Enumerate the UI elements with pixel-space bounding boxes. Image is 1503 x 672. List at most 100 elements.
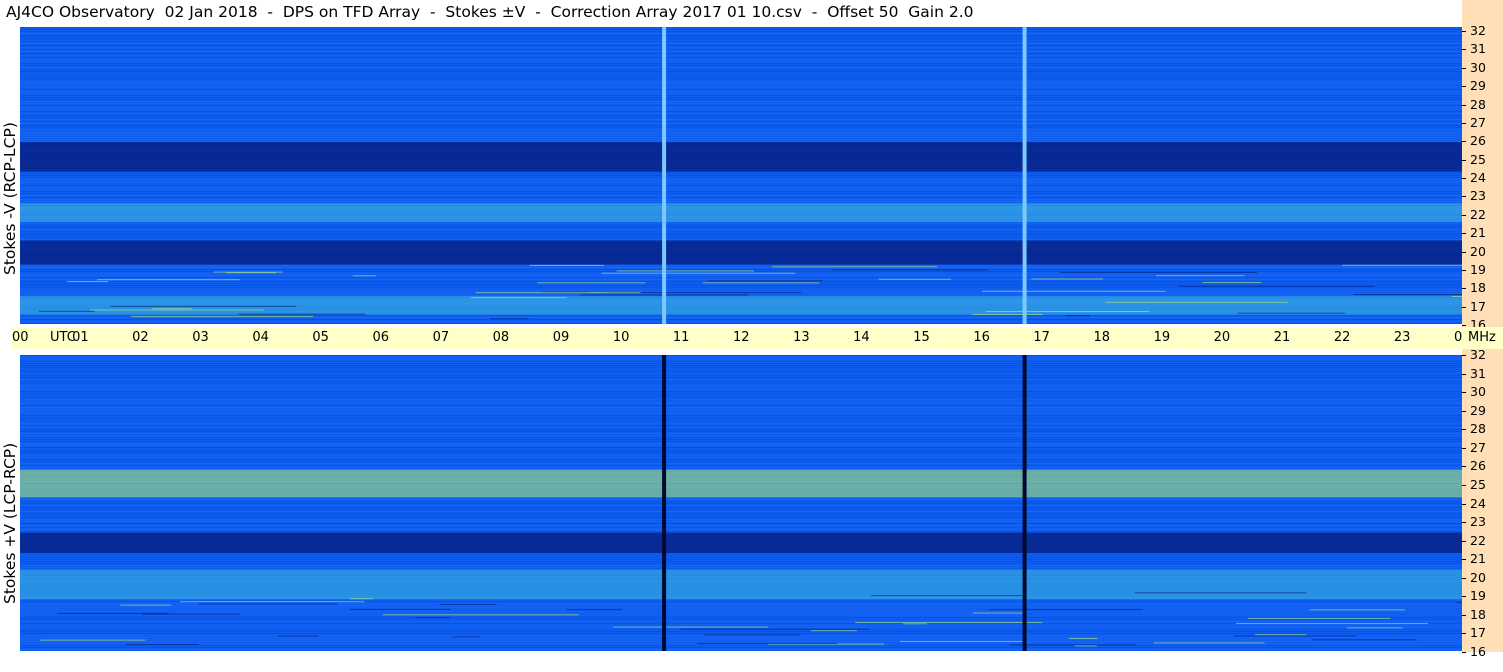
texture-row [20, 239, 1462, 240]
speckle-line [475, 292, 641, 294]
time-tick-label: 19 [1153, 330, 1171, 345]
texture-row [20, 389, 1462, 390]
texture-row [20, 499, 1462, 500]
texture-row [20, 435, 1462, 436]
texture-row [20, 67, 1462, 68]
texture-row [20, 399, 1462, 400]
texture-row [20, 439, 1462, 440]
time-tick-label: 03 [192, 330, 209, 345]
texture-row [20, 35, 1462, 36]
speckle-line [1178, 285, 1375, 287]
texture-row [20, 633, 1462, 634]
burst-line [1022, 27, 1027, 324]
time-tick-label: 20 [1213, 330, 1231, 345]
frequency-tick-mark [1462, 559, 1466, 561]
speckle-line [1134, 592, 1307, 594]
texture-row [20, 79, 1462, 80]
chart-title: AJ4CO Observatory 02 Jan 2018 - DPS on T… [6, 3, 974, 21]
speckle-line [415, 617, 450, 619]
texture-row [20, 97, 1462, 98]
texture-row [20, 523, 1462, 524]
texture-row [20, 445, 1462, 446]
texture-row [20, 101, 1462, 102]
speckle-line [871, 595, 1025, 597]
speckle-line [704, 634, 801, 636]
time-tick-label: 23 [1393, 330, 1411, 345]
texture-row [20, 433, 1462, 434]
texture-row [20, 53, 1462, 54]
texture-row [20, 55, 1462, 56]
texture-row [20, 77, 1462, 78]
frequency-tick-mark [1462, 122, 1466, 124]
texture-row [20, 365, 1462, 366]
frequency-tick-mark [1462, 373, 1466, 375]
frequency-tick-mark [1462, 652, 1466, 653]
texture-row [20, 375, 1462, 376]
texture-row [20, 417, 1462, 418]
frequency-tick-label: 29 [1470, 78, 1486, 94]
texture-row [20, 113, 1462, 114]
texture-row [20, 137, 1462, 138]
texture-row [20, 363, 1462, 364]
texture-row [20, 193, 1462, 194]
speckle-line [772, 266, 938, 268]
frequency-tick-mark [1462, 269, 1466, 271]
texture-row [20, 187, 1462, 188]
time-tick-label: 09 [552, 330, 570, 345]
frequency-tick-mark [1462, 233, 1466, 235]
frequency-tick-mark [1462, 633, 1466, 635]
texture-row [20, 425, 1462, 426]
texture-row [20, 423, 1462, 424]
texture-row [20, 321, 1462, 322]
speckle-line [352, 275, 376, 277]
texture-row [20, 419, 1462, 420]
speckle-line [349, 598, 373, 600]
frequency-tick-mark [1462, 288, 1466, 290]
frequency-tick-mark [1462, 540, 1466, 542]
frequency-tick-label: 32 [1470, 23, 1486, 38]
time-tick-label: 13 [793, 330, 810, 345]
speckle-line [198, 603, 338, 605]
texture-row [20, 505, 1462, 506]
texture-row [20, 421, 1462, 422]
frequency-tick-label: 23 [1470, 188, 1486, 204]
speckle-line [537, 282, 646, 284]
texture-row [20, 75, 1462, 76]
frequency-unit-label: MHz [1468, 330, 1496, 345]
time-tick-label: 10 [612, 330, 630, 345]
texture-row [20, 91, 1462, 92]
speckle-line [1347, 627, 1403, 629]
texture-row [20, 189, 1462, 190]
frequency-tick-label: 20 [1470, 569, 1486, 585]
speckle-line [470, 297, 567, 299]
texture-row [20, 129, 1462, 130]
time-unit-label: UTC [50, 330, 76, 345]
speckle-line [1247, 617, 1391, 619]
speckle-line [39, 310, 95, 312]
texture-row [20, 317, 1462, 318]
speckle-line [1234, 635, 1357, 637]
speckle-line [1068, 637, 1098, 639]
frequency-tick-mark [1462, 484, 1466, 486]
texture-row [20, 121, 1462, 122]
time-tick-label: 21 [1273, 330, 1291, 345]
texture-row [20, 529, 1462, 530]
texture-row [20, 637, 1462, 638]
texture-row [20, 37, 1462, 38]
speckle-line [1255, 634, 1307, 636]
texture-row [20, 645, 1462, 646]
frequency-tick-mark [1462, 196, 1466, 198]
speckle-line [707, 280, 823, 282]
texture-row [20, 99, 1462, 100]
frequency-tick-label: 31 [1470, 41, 1486, 57]
texture-row [20, 191, 1462, 192]
texture-row [20, 513, 1462, 514]
frequency-tick-label: 22 [1470, 532, 1486, 548]
texture-row [20, 107, 1462, 108]
time-tick-label: 14 [853, 330, 870, 345]
texture-row [20, 531, 1462, 532]
texture-row [20, 195, 1462, 196]
speckle-line [985, 310, 1149, 312]
speckle-line [125, 644, 199, 646]
frequency-tick-mark [1462, 392, 1466, 394]
